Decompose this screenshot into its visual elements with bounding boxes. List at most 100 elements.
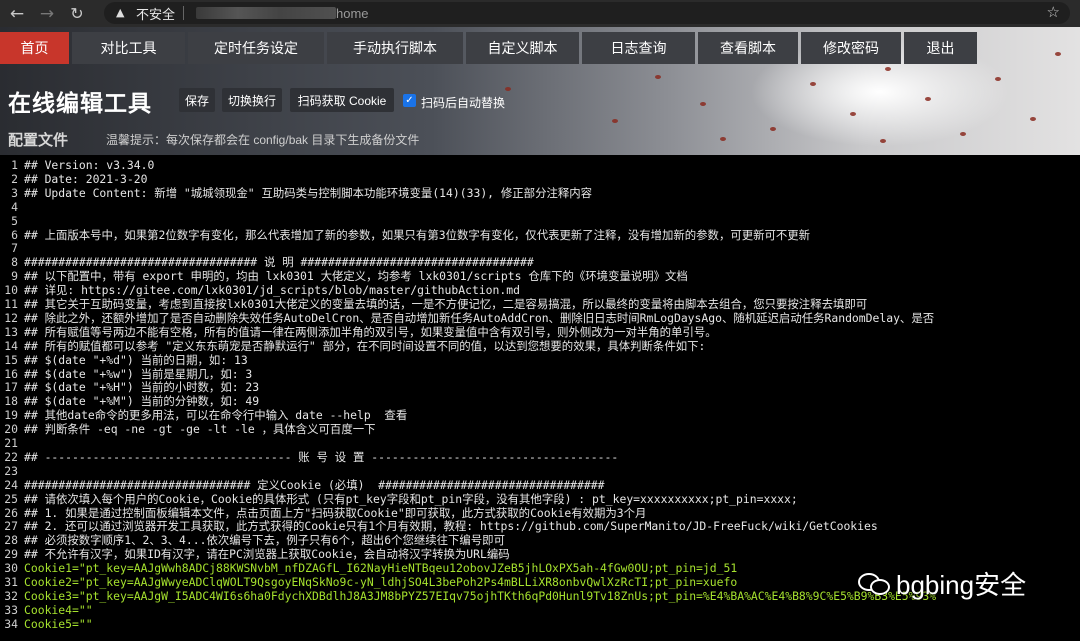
code-line[interactable]: 1 ## Version: v3.34.0 [0,158,1080,173]
code-line[interactable]: 16 ## $(date "+%w") 当前是星期几，如: 3 [0,366,1080,382]
code-line[interactable]: 13 ## 所有赋值等号两边不能有空格，所有的值请一律在两侧添加半角的双引号，如果… [0,324,1080,340]
tab-view-script[interactable]: 查看脚本 [698,32,798,64]
petal-decoration [770,127,776,131]
code-line[interactable]: 23 [0,463,1080,479]
code-line[interactable]: 11 ## 其它关于互助码变量，考虑到直接按lxk0301大佬定义的变量去填的话，… [0,297,1080,312]
line-number: 20 [4,422,18,437]
code-line[interactable]: 9 ## 以下配置中，带有 export 申明的，均由 lxk0301 大佬定义，… [0,269,1080,284]
line-text: Cookie4="" [24,602,93,617]
tab-change-password[interactable]: 修改密码 [801,32,901,64]
petal-decoration [655,75,661,79]
petal-decoration [720,137,726,141]
code-line[interactable]: 4 [0,200,1080,215]
tab-logout[interactable]: 退出 [904,32,977,64]
line-text: ## $(date "+%w") 当前是星期几，如: 3 [24,366,253,381]
code-line[interactable]: 24 ################################# 定义Co… [0,477,1080,493]
line-text: ## $(date "+%d") 当前的日期，如: 13 [24,352,248,367]
line-number: 19 [4,408,18,423]
line-number: 26 [4,505,18,520]
code-line[interactable]: 8 ################################## 说 明 … [0,255,1080,270]
line-number: 32 [4,588,18,603]
line-text: ## 详见: https://gitee.com/lxk0301/jd_scri… [24,283,520,298]
line-number: 7 [11,241,18,256]
tab-custom-script[interactable]: 自定义脚本 [466,32,579,64]
code-line[interactable]: 33 Cookie4="" [0,602,1080,618]
redacted-host [196,7,337,19]
code-line[interactable]: 27 ## 2. 还可以通过浏览器开发工具获取，此方式获得的Cookie只有1个月… [0,519,1080,534]
save-button[interactable]: 保存 [179,88,215,112]
tab-cron-settings[interactable]: 定时任务设定 [188,32,324,64]
code-line[interactable]: 17 ## $(date "+%H") 当前的小时数，如: 23 [0,380,1080,395]
line-text: Cookie5="" [24,616,93,631]
petal-decoration [612,119,618,123]
code-line[interactable]: 15 ## $(date "+%d") 当前的日期，如: 13 [0,352,1080,368]
line-number: 24 [4,477,18,492]
bookmark-star-icon[interactable]: ☆ [1047,3,1060,21]
line-number: 23 [4,463,18,478]
line-number: 15 [4,352,18,367]
code-line[interactable]: 19 ## 其他date命令的更多用法，可以在命令行中输入 date --help… [0,408,1080,423]
tab-compare-tool[interactable]: 对比工具 [72,32,185,64]
code-line[interactable]: 25 ## 请依次填入每个用户的Cookie，Cookie的具体形式 (只有pt_… [0,492,1080,507]
petal-decoration [885,67,891,71]
code-line[interactable]: 5 [0,214,1080,229]
tab-log-query[interactable]: 日志查询 [582,32,695,64]
line-number: 22 [4,449,18,464]
forward-icon[interactable]: → [38,5,56,23]
warning-icon[interactable]: ▲ [116,7,128,19]
line-number: 33 [4,602,18,617]
petal-decoration [810,82,816,86]
tab-home[interactable]: 首页 [0,32,69,64]
line-text: ## 所有的赋值都可以参考 "定义东东萌宠是否静默运行" 部分，在不同时间设置不… [24,338,706,353]
auto-replace-checkbox[interactable]: ✓ [403,94,416,107]
code-line[interactable]: 29 ## 不允许有汉字，如果ID有汉字，请在PC浏览器上获取Cookie，会自动… [0,547,1080,562]
code-line[interactable]: 18 ## $(date "+%M") 当前的分钟数，如: 49 [0,394,1080,409]
code-line[interactable]: 22 ## -----------------------------------… [0,449,1080,465]
tab-run-script[interactable]: 手动执行脚本 [327,32,463,64]
line-text: ## 1. 如果是通过控制面板编辑本文件，点击页面上方"扫码获取Cookie"即… [24,505,647,520]
code-line[interactable]: 6 ## 上面版本号中，如果第2位数字有变化，那么代表增加了新的参数，如果只有第3… [0,228,1080,243]
security-label[interactable]: 不安全 [136,4,175,23]
line-text: ## Update Content: 新增 "城城领现金" 互助码类与控制脚本功… [24,185,593,200]
line-number: 34 [4,616,18,631]
line-number: 31 [4,575,18,589]
line-text: ################################# 定义Cook… [24,477,605,492]
code-line[interactable]: 21 [0,436,1080,451]
line-number: 13 [4,324,18,339]
scan-cookie-button[interactable]: 扫码获取 Cookie [290,88,394,112]
code-line[interactable]: 10 ## 详见: https://gitee.com/lxk0301/jd_sc… [0,283,1080,298]
code-line[interactable]: 2 ## Date: 2021-3-20 [0,172,1080,187]
code-line[interactable]: 7 [0,241,1080,256]
address-bar[interactable]: ▲ 不安全 home ☆ [104,2,1070,24]
code-line[interactable]: 3 ## Update Content: 新增 "城城领现金" 互助码类与控制脚本… [0,185,1080,201]
line-number: 16 [4,366,18,381]
code-line[interactable]: 20 ## 判断条件 -eq -ne -gt -ge -lt -le ，具体含义可… [0,422,1080,437]
code-line[interactable]: 34 Cookie5="" [0,616,1080,632]
reload-icon[interactable]: ↻ [68,4,86,23]
code-line[interactable]: 12 ## 除此之外，还额外增加了是否自动删除失效任务AutoDelCron、是否… [0,310,1080,326]
back-icon[interactable]: ← [8,5,26,23]
petal-decoration [880,139,886,143]
line-number: 18 [4,394,18,409]
code-line[interactable]: 28 ## 必须按数字顺序1、2、3、4...依次编号下去，例子只有6个，超出6个… [0,533,1080,548]
line-text: ## $(date "+%H") 当前的小时数，如: 23 [24,380,260,395]
browser-toolbar: ← → ↻ ▲ 不安全 home ☆ [0,0,1080,27]
code-line[interactable]: 26 ## 1. 如果是通过控制面板编辑本文件，点击页面上方"扫码获取Cookie… [0,505,1080,521]
line-number: 10 [4,283,18,298]
watermark: bgbing安全 [858,565,1026,602]
auto-replace-label: 扫码后自动替换 [421,96,506,110]
petal-decoration [1055,52,1061,56]
line-text: ## 判断条件 -eq -ne -gt -ge -lt -le ，具体含义可百度… [24,422,376,437]
divider [183,6,185,20]
line-number: 9 [11,269,18,284]
code-line[interactable]: 14 ## 所有的赋值都可以参考 "定义东东萌宠是否静默运行" 部分，在不同时间设… [0,338,1080,354]
watermark-text: bgbing安全 [896,570,1027,600]
line-text: ## 2. 还可以通过浏览器开发工具获取，此方式获得的Cookie只有1个月有效… [24,519,878,534]
line-text: ## 除此之外，还额外增加了是否自动删除失效任务AutoDelCron、是否自动… [24,310,935,325]
toggle-wrap-button[interactable]: 切换换行 [222,88,282,112]
line-text: ## Version: v3.34.0 [24,158,155,172]
line-text: ## 其它关于互助码变量，考虑到直接按lxk0301大佬定义的变量去填的话，一是… [24,297,868,311]
line-number: 17 [4,380,18,395]
line-text: ## 以下配置中，带有 export 申明的，均由 lxk0301 大佬定义，均… [24,269,688,284]
line-text: ## 所有赋值等号两边不能有空格，所有的值请一律在两侧添加半角的双引号，如果变量… [24,324,717,339]
